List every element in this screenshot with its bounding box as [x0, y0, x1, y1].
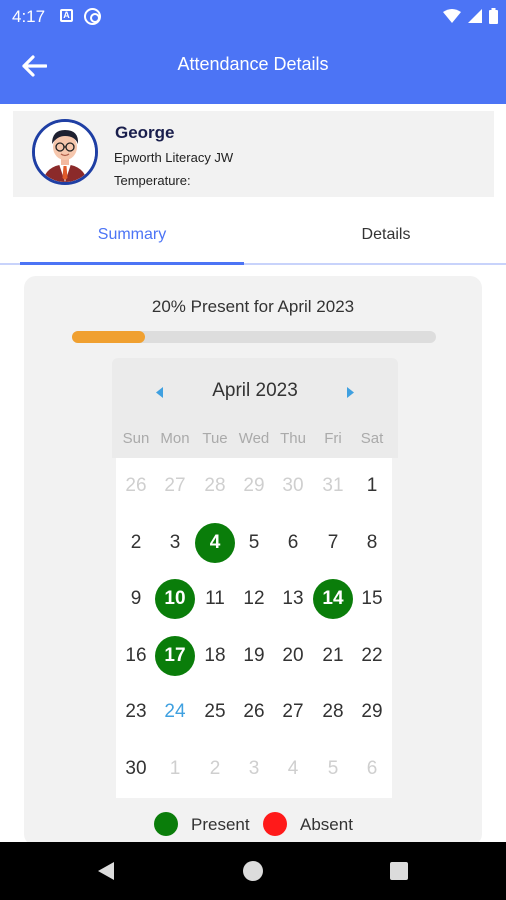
app-header: 4:17 A Attendance Details [0, 0, 506, 104]
calendar-day[interactable]: 22 [352, 636, 392, 676]
calendar-day[interactable]: 29 [234, 466, 274, 506]
calendar-day[interactable]: 11 [195, 579, 235, 619]
present-legend-dot [154, 812, 178, 836]
calendar-day-present[interactable]: 14 [313, 579, 353, 620]
wifi-icon [443, 9, 461, 23]
calendar-day[interactable]: 21 [313, 636, 353, 676]
calendar-day[interactable]: 19 [234, 636, 274, 676]
calendar-day[interactable]: 24 [155, 692, 195, 732]
calendar-day[interactable]: 8 [352, 523, 392, 563]
calendar-header: April 2023 Sun Mon Tue Wed Thu Fri Sat [112, 358, 398, 458]
next-month-button[interactable] [340, 382, 360, 402]
calendar-day[interactable]: 18 [195, 636, 235, 676]
calendar-day[interactable]: 30 [273, 466, 313, 506]
summary-panel: 20% Present for April 2023 April 2023 Su… [24, 276, 482, 846]
calendar-day[interactable]: 31 [313, 466, 353, 506]
avatar [32, 119, 98, 185]
calendar-day[interactable]: 25 [195, 692, 235, 732]
attendance-progress-fill [72, 331, 145, 343]
weekday-tue: Tue [202, 430, 228, 447]
status-bar: 4:17 A [0, 0, 506, 32]
weekday-sat: Sat [360, 430, 384, 447]
app-bar: Attendance Details [0, 32, 506, 104]
calendar-day[interactable]: 9 [116, 579, 156, 619]
attendance-screen: 4:17 A Attendance Details George Epworth… [0, 0, 506, 900]
calendar-day[interactable]: 29 [352, 692, 392, 732]
tab-details[interactable]: Details [264, 206, 506, 263]
attendance-progress-bar [72, 331, 436, 343]
calendar-day[interactable]: 2 [116, 523, 156, 563]
calendar-day[interactable]: 3 [155, 523, 195, 563]
tab-summary[interactable]: Summary [20, 206, 244, 263]
calendar-day-present[interactable]: 17 [155, 635, 195, 676]
calendar-day[interactable]: 27 [273, 692, 313, 732]
temperature-label: Temperature: [114, 173, 191, 188]
student-name: George [115, 123, 175, 142]
weekday-mon: Mon [160, 430, 190, 447]
status-right-icons [443, 6, 498, 26]
calendar-day[interactable]: 13 [273, 579, 313, 619]
calendar-day[interactable]: 30 [116, 749, 156, 789]
calendar-day[interactable]: 5 [313, 749, 353, 789]
battery-icon [489, 8, 498, 24]
recents-square-icon[interactable] [390, 862, 408, 880]
calendar-day[interactable]: 20 [273, 636, 313, 676]
student-avatar-illustration [35, 122, 95, 182]
calendar-day[interactable]: 4 [273, 749, 313, 789]
weekday-fri: Fri [324, 430, 342, 447]
attendance-calendar: April 2023 Sun Mon Tue Wed Thu Fri Sat 2… [112, 358, 398, 878]
calendar-day[interactable]: 3 [234, 749, 274, 789]
weekday-wed: Wed [238, 430, 270, 447]
page-title: Attendance Details [177, 54, 329, 74]
signal-icon [468, 9, 482, 23]
student-profile-card: George Epworth Literacy JW Temperature: [13, 111, 494, 197]
weekday-thu: Thu [280, 430, 306, 447]
tab-bar: Summary Details [0, 206, 506, 265]
calendar-day[interactable]: 16 [116, 636, 156, 676]
calendar-day-present[interactable]: 10 [155, 579, 195, 620]
calendar-day[interactable]: 2 [195, 749, 235, 789]
back-triangle-icon[interactable] [96, 861, 116, 881]
calendar-day[interactable]: 6 [273, 523, 313, 563]
calendar-day[interactable]: 27 [155, 466, 195, 506]
calendar-day[interactable]: 28 [195, 466, 235, 506]
present-legend-label: Present [191, 815, 250, 834]
calendar-day[interactable]: 23 [116, 692, 156, 732]
calendar-day[interactable]: 15 [352, 579, 392, 619]
notification-a-icon: A [60, 9, 73, 22]
calendar-day[interactable]: 7 [313, 523, 353, 563]
absent-legend-label: Absent [300, 815, 353, 834]
calendar-day[interactable]: 1 [352, 466, 392, 506]
home-circle-icon[interactable] [243, 861, 263, 881]
calendar-day[interactable]: 6 [352, 749, 392, 789]
calendar-day-present[interactable]: 4 [195, 522, 235, 563]
system-navigation-bar [0, 842, 506, 900]
student-organization: Epworth Literacy JW [114, 150, 234, 165]
calendar-day[interactable]: 1 [155, 749, 195, 789]
attendance-summary-text: 20% Present for April 2023 [151, 297, 355, 316]
status-time: 4:17 [12, 7, 46, 26]
sync-icon [84, 8, 101, 25]
calendar-day[interactable]: 26 [116, 466, 156, 506]
calendar-day[interactable]: 5 [234, 523, 274, 563]
weekday-sun: Sun [122, 430, 150, 447]
absent-legend-dot [263, 812, 287, 836]
calendar-day[interactable]: 12 [234, 579, 274, 619]
calendar-day[interactable]: 26 [234, 692, 274, 732]
caret-right-icon [347, 386, 354, 398]
calendar-days-grid: 26 27 28 29 30 31 1 2 3 4 5 6 7 8 9 10 11 12 13 14 15 16 17 18 1… [116, 458, 392, 798]
calendar-day[interactable]: 28 [313, 692, 353, 732]
active-tab-indicator [20, 262, 244, 265]
calendar-legend: Present Absent [24, 810, 482, 838]
